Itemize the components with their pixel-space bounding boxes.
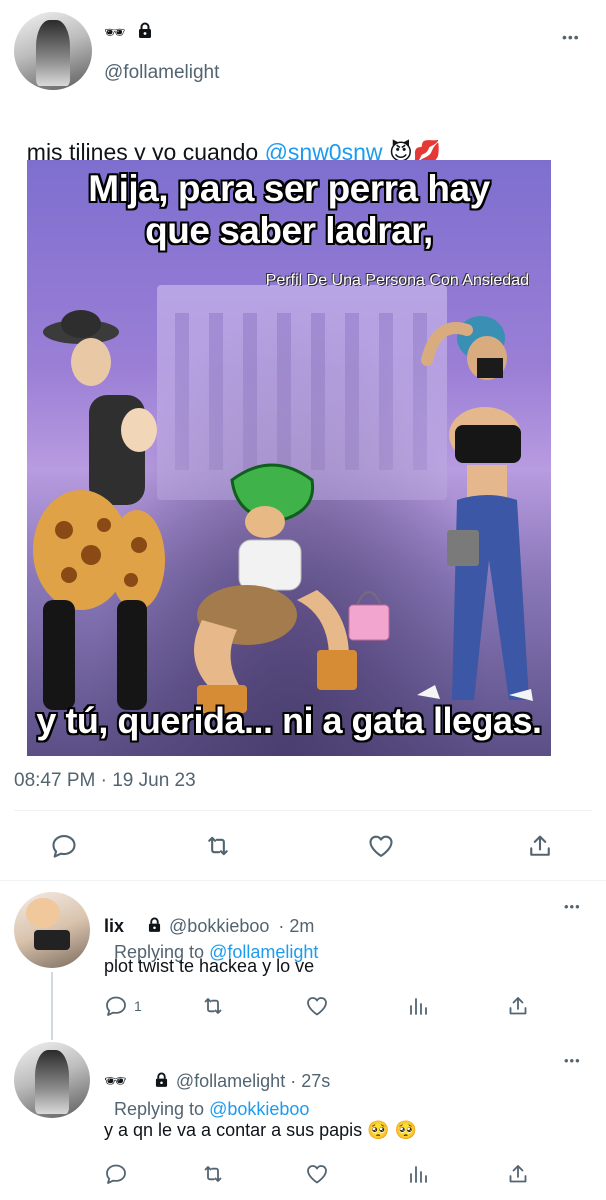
author-name-row[interactable]: 🕶 <box>104 22 152 43</box>
reply-icon <box>52 835 76 858</box>
divider-bottom <box>0 880 606 881</box>
share-icon <box>530 835 550 856</box>
meme-watermark: Perfil De Una Persona Con Ansiedad <box>265 272 529 289</box>
reply-1-avatar[interactable] <box>14 892 90 968</box>
reply-1-avatar-hair <box>26 898 60 928</box>
like-button[interactable] <box>366 832 396 860</box>
reply-1-like-button[interactable] <box>304 994 330 1018</box>
reply-2-like-button[interactable] <box>304 1162 330 1186</box>
meme-character-middle <box>194 463 390 713</box>
reply-2-views-button[interactable] <box>406 1162 430 1186</box>
reply-1-reply-count: 1 <box>134 998 142 1014</box>
heart-icon <box>307 997 327 1016</box>
retweet-button[interactable] <box>203 832 233 860</box>
reply-2-replying-mention[interactable]: @bokkieboo <box>209 1099 309 1119</box>
meme-top-line-1: Mija, para ser perra hay <box>88 168 490 209</box>
tweet-media-image[interactable]: Mija, para ser perra hay que saber ladra… <box>27 160 551 756</box>
views-icon <box>410 1166 427 1183</box>
thread-line <box>51 972 53 1040</box>
heart-icon <box>307 1165 327 1184</box>
heart-icon <box>369 835 393 857</box>
retweet-icon <box>204 998 222 1014</box>
reply-1-retweet-button[interactable] <box>200 994 226 1018</box>
meme-character-right <box>417 316 533 701</box>
retweet-icon <box>204 1166 222 1182</box>
reply-2-text: y a qn le va a contar a sus papis 🥺 🥺 <box>104 1120 417 1140</box>
reply-2-share-button[interactable] <box>506 1162 530 1186</box>
meme-bottom-line: y tú, querida... ni a gata llegas. <box>36 700 542 741</box>
reply-2-replying-to: Replying to @bokkieboo <box>104 1078 309 1120</box>
sunglasses-emoji: 🕶 <box>104 22 126 42</box>
reply-2-reply-button[interactable] <box>104 1162 128 1186</box>
avatar-figure <box>35 1049 69 1115</box>
tweet-timestamp[interactable]: 08:47 PM · 19 Jun 23 <box>14 770 196 792</box>
avatar-figure <box>35 19 71 87</box>
more-dots-icon[interactable]: ••• <box>564 900 581 913</box>
more-dots-icon[interactable]: ••• <box>562 30 580 44</box>
tweet-text: mis tilines y yo cuando @snw0snw 😈💋 <box>14 112 442 166</box>
reply-button[interactable] <box>50 832 78 860</box>
reply-1-views-button[interactable] <box>406 994 430 1018</box>
reply-2-retweet-button[interactable] <box>200 1162 226 1186</box>
views-icon <box>410 998 427 1015</box>
author-handle[interactable]: @follamelight <box>104 62 219 84</box>
reply-1-text: plot twist te hackea y lo ve <box>104 956 315 976</box>
reply-1-avatar-camera <box>34 930 70 950</box>
retweet-icon <box>208 836 228 856</box>
reply-1-reply-button[interactable]: 1 <box>104 994 142 1018</box>
reply-2-replying-prefix: Replying to <box>114 1099 210 1119</box>
meme-character-left <box>33 310 165 710</box>
share-button[interactable] <box>526 832 554 860</box>
reply-2-avatar[interactable] <box>14 1042 90 1118</box>
share-icon <box>509 1165 527 1183</box>
share-icon <box>509 997 527 1015</box>
reply-icon <box>106 996 126 1016</box>
lock-icon <box>138 22 152 43</box>
author-avatar[interactable] <box>14 12 92 90</box>
more-dots-icon[interactable]: ••• <box>564 1054 581 1067</box>
meme-top-line-2: que saber ladrar, <box>145 210 433 251</box>
divider-top <box>14 810 592 811</box>
reply-icon <box>106 1164 126 1184</box>
reply-1-share-button[interactable] <box>506 994 530 1018</box>
